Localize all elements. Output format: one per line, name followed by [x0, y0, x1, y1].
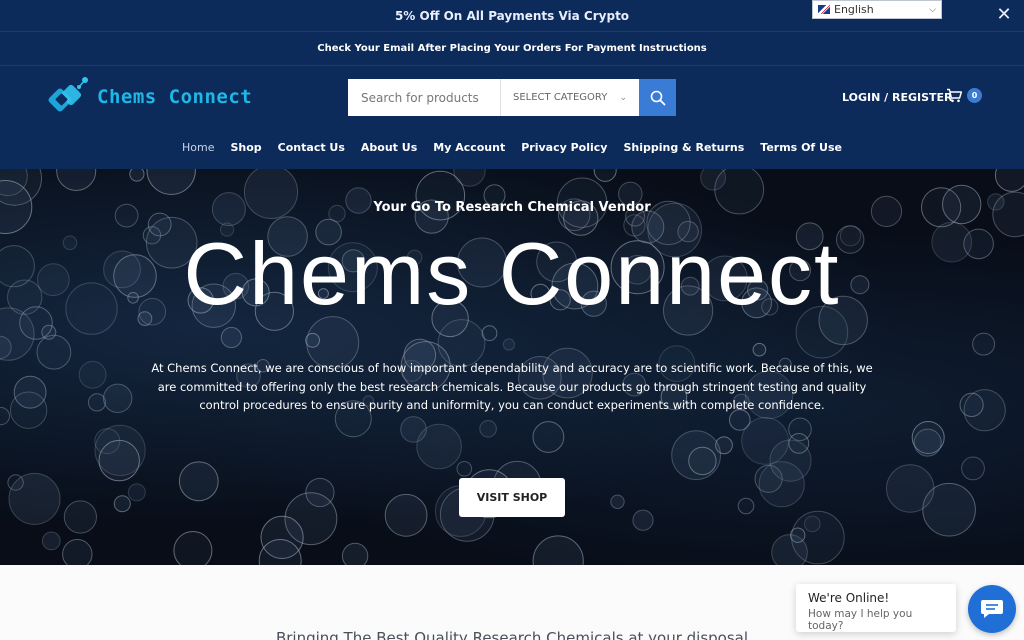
nav-item-my-account[interactable]: My Account	[433, 141, 505, 154]
chat-launcher-button[interactable]	[968, 585, 1016, 633]
search-icon	[650, 90, 665, 105]
close-icon[interactable]: ✕	[994, 5, 1014, 25]
nav-item-privacy-policy[interactable]: Privacy Policy	[521, 141, 607, 154]
main-nav: Home Shop Contact Us About Us My Account…	[0, 141, 1024, 154]
uk-flag-icon	[818, 5, 830, 14]
nav-item-contact-us[interactable]: Contact Us	[278, 141, 345, 154]
nav-item-shipping-returns[interactable]: Shipping & Returns	[623, 141, 744, 154]
visit-shop-button[interactable]: VISIT SHOP	[459, 478, 565, 517]
promo-text: 5% Off On All Payments Via Crypto	[394, 8, 630, 23]
language-label: English	[834, 3, 874, 16]
nav-item-about-us[interactable]: About Us	[361, 141, 417, 154]
category-label: SELECT CATEGORY	[513, 92, 608, 103]
nav-item-home[interactable]: Home	[182, 141, 214, 154]
search-input[interactable]	[348, 79, 501, 116]
search-form: SELECT CATEGORY ⌄	[348, 79, 676, 116]
category-select[interactable]: SELECT CATEGORY ⌄	[501, 79, 639, 116]
site-logo[interactable]: Chems Connect	[45, 72, 252, 122]
chat-subtitle: How may I help you today?	[808, 608, 913, 632]
hero-description: At Chems Connect, we are conscious of ho…	[151, 361, 873, 412]
chat-greeting[interactable]: We're Online! How may I help you today?	[796, 584, 956, 632]
notice-bar: Check Your Email After Placing Your Orde…	[0, 31, 1024, 65]
language-select[interactable]: English ⌵	[812, 0, 942, 19]
chevron-down-icon: ⌵	[929, 4, 936, 15]
hero-tagline: Your Go To Research Chemical Vendor	[373, 200, 651, 215]
chat-icon	[981, 600, 1003, 618]
cart-button[interactable]: 0	[946, 88, 982, 103]
notice-text: Check Your Email After Placing Your Orde…	[317, 43, 707, 54]
cart-icon	[947, 88, 963, 103]
nav-item-shop[interactable]: Shop	[230, 141, 261, 154]
brand-name: Chems Connect	[97, 86, 253, 108]
search-button[interactable]	[639, 79, 676, 116]
site-header: Chems Connect SELECT CATEGORY ⌄ LOGIN / …	[0, 65, 1024, 169]
nav-item-terms-of-use[interactable]: Terms Of Use	[760, 141, 842, 154]
cart-count-badge: 0	[967, 88, 982, 103]
molecule-logo-icon	[48, 77, 88, 112]
login-register-link[interactable]: LOGIN / REGISTER	[842, 91, 953, 104]
hero-banner: Your Go To Research Chemical Vendor Chem…	[0, 169, 1024, 565]
chat-title: We're Online!	[808, 591, 890, 605]
chevron-down-icon: ⌄	[619, 92, 627, 103]
hero-title: Chems Connect	[183, 224, 841, 323]
